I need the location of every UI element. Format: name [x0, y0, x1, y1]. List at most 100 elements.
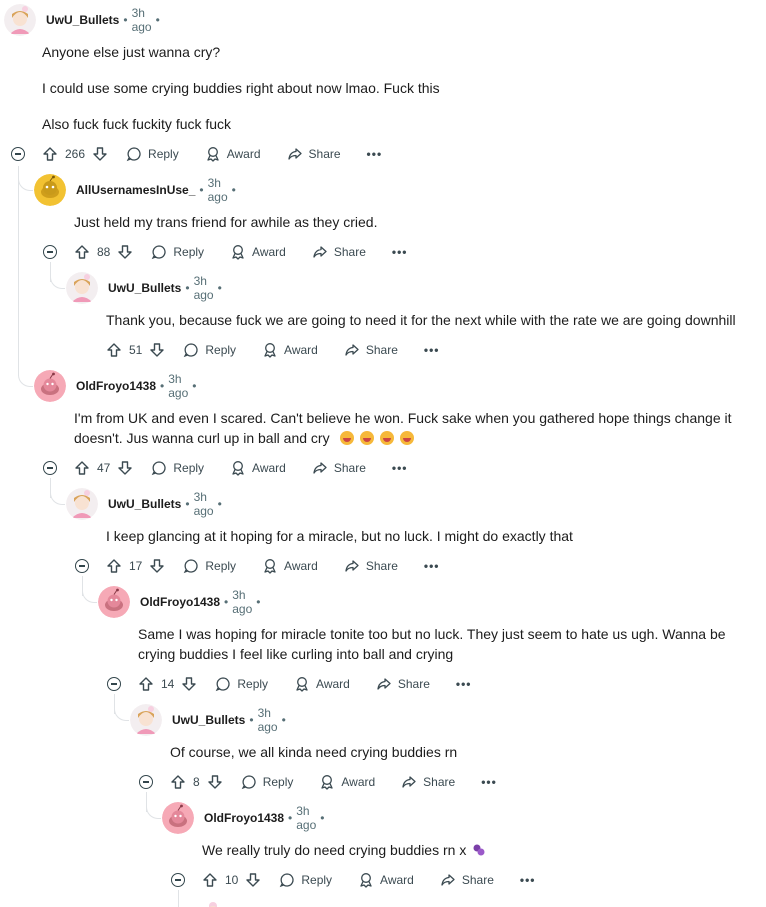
comment-timestamp[interactable]: 3h ago [232, 588, 252, 616]
collapse-icon[interactable] [43, 461, 57, 475]
award-button[interactable]: Award [319, 774, 375, 790]
reply-button[interactable]: Reply [241, 774, 294, 790]
reply-button[interactable]: Reply [183, 342, 236, 358]
reply-icon [152, 461, 166, 476]
collapse-icon[interactable] [107, 677, 121, 691]
award-button[interactable]: Award [230, 244, 286, 260]
share-icon [345, 344, 359, 356]
upvote-icon[interactable] [138, 676, 154, 692]
comment-text: Same I was hoping for miracle tonite too… [138, 626, 726, 642]
user-avatar[interactable] [130, 704, 162, 736]
award-button[interactable]: Award [205, 146, 261, 162]
share-button[interactable]: Share [344, 342, 398, 358]
comment-timestamp[interactable]: 3h ago [296, 804, 316, 832]
downvote-icon[interactable] [207, 774, 223, 790]
downvote-icon[interactable] [117, 460, 133, 476]
comment-timestamp[interactable]: 3h ago [208, 176, 228, 204]
share-button[interactable]: Share [344, 558, 398, 574]
crying-emoji [339, 430, 420, 446]
user-avatar[interactable] [66, 488, 98, 520]
reply-icon [184, 343, 198, 358]
comment-author[interactable]: OldFroyo1438 [204, 811, 284, 825]
reply-label: Reply [148, 147, 179, 161]
award-button[interactable]: Award [262, 342, 318, 358]
downvote-icon[interactable] [245, 872, 261, 888]
comment-author[interactable]: UwU_Bullets [172, 713, 245, 727]
upvote-icon[interactable] [74, 244, 90, 260]
more-options-button[interactable]: ••• [392, 245, 408, 259]
share-button[interactable]: Share [401, 774, 455, 790]
share-button[interactable]: Share [440, 872, 494, 888]
reply-label: Reply [262, 775, 294, 789]
downvote-icon[interactable] [149, 558, 165, 574]
user-avatar[interactable] [34, 370, 66, 402]
comment-actions: 266 Reply Award Share ••• [42, 142, 382, 166]
separator-dot: • [256, 595, 261, 609]
user-avatar[interactable] [98, 586, 130, 618]
comment-timestamp[interactable]: 3h ago [194, 274, 214, 302]
more-options-button[interactable]: ••• [424, 559, 440, 573]
award-button[interactable]: Award [358, 872, 414, 888]
upvote-icon[interactable] [106, 342, 122, 358]
collapse-icon[interactable] [171, 873, 185, 887]
comment-body: Same I was hoping for miracle tonite too… [138, 624, 758, 664]
user-avatar[interactable] [66, 272, 98, 304]
collapse-icon[interactable] [139, 775, 153, 789]
user-avatar[interactable] [4, 4, 36, 36]
comment-author[interactable]: OldFroyo1438 [140, 595, 220, 609]
collapse-icon[interactable] [43, 245, 57, 259]
award-button[interactable]: Award [294, 676, 350, 692]
comment-author[interactable]: UwU_Bullets [108, 497, 181, 511]
share-label: Share [333, 461, 366, 475]
downvote-icon[interactable] [149, 342, 165, 358]
more-options-button[interactable]: ••• [481, 775, 497, 789]
thread-line[interactable] [178, 890, 179, 907]
separator-dot: • [199, 183, 204, 197]
user-avatar[interactable] [204, 897, 222, 907]
more-options-button[interactable]: ••• [392, 461, 408, 475]
comment-timestamp[interactable]: 3h ago [132, 6, 152, 34]
comment-timestamp[interactable]: 3h ago [258, 706, 278, 734]
reply-button[interactable]: Reply [279, 872, 332, 888]
share-button[interactable]: Share [376, 676, 430, 692]
comment-author[interactable]: UwU_Bullets [46, 13, 119, 27]
reply-button[interactable]: Reply [215, 676, 268, 692]
reply-button[interactable]: Reply [126, 146, 179, 162]
downvote-icon[interactable] [117, 244, 133, 260]
collapse-icon[interactable] [11, 147, 25, 161]
share-icon [345, 560, 359, 572]
user-avatar[interactable] [34, 174, 66, 206]
downvote-icon[interactable] [92, 146, 108, 162]
comment-timestamp[interactable]: 3h ago [168, 372, 188, 400]
more-options-button[interactable]: ••• [424, 343, 440, 357]
award-icon [264, 559, 276, 574]
upvote-icon[interactable] [170, 774, 186, 790]
comment-author[interactable]: UwU_Bullets [108, 281, 181, 295]
vote-control: 47 [74, 460, 133, 476]
more-options-button[interactable]: ••• [367, 147, 383, 161]
thread-line[interactable] [18, 166, 19, 376]
user-avatar[interactable] [162, 802, 194, 834]
award-button[interactable]: Award [230, 460, 286, 476]
comment-author[interactable]: OldFroyo1438 [76, 379, 156, 393]
collapse-icon[interactable] [75, 559, 89, 573]
comment-timestamp[interactable]: 3h ago [194, 490, 214, 518]
share-button[interactable]: Share [312, 244, 366, 260]
separator-dot: • [185, 281, 190, 295]
upvote-icon[interactable] [74, 460, 90, 476]
more-options-button[interactable]: ••• [456, 677, 472, 691]
reply-button[interactable]: Reply [151, 460, 204, 476]
award-button[interactable]: Award [262, 558, 318, 574]
more-options-button[interactable]: ••• [520, 873, 536, 887]
vote-control: 17 [106, 558, 165, 574]
reply-button[interactable]: Reply [151, 244, 204, 260]
share-button[interactable]: Share [287, 146, 341, 162]
upvote-icon[interactable] [202, 872, 218, 888]
reply-button[interactable]: Reply [183, 558, 236, 574]
comment-author[interactable]: AllUsernamesInUse_ [76, 183, 195, 197]
upvote-icon[interactable] [106, 558, 122, 574]
share-button[interactable]: Share [312, 460, 366, 476]
downvote-icon[interactable] [181, 676, 197, 692]
upvote-icon[interactable] [42, 146, 58, 162]
award-label: Award [284, 559, 318, 573]
